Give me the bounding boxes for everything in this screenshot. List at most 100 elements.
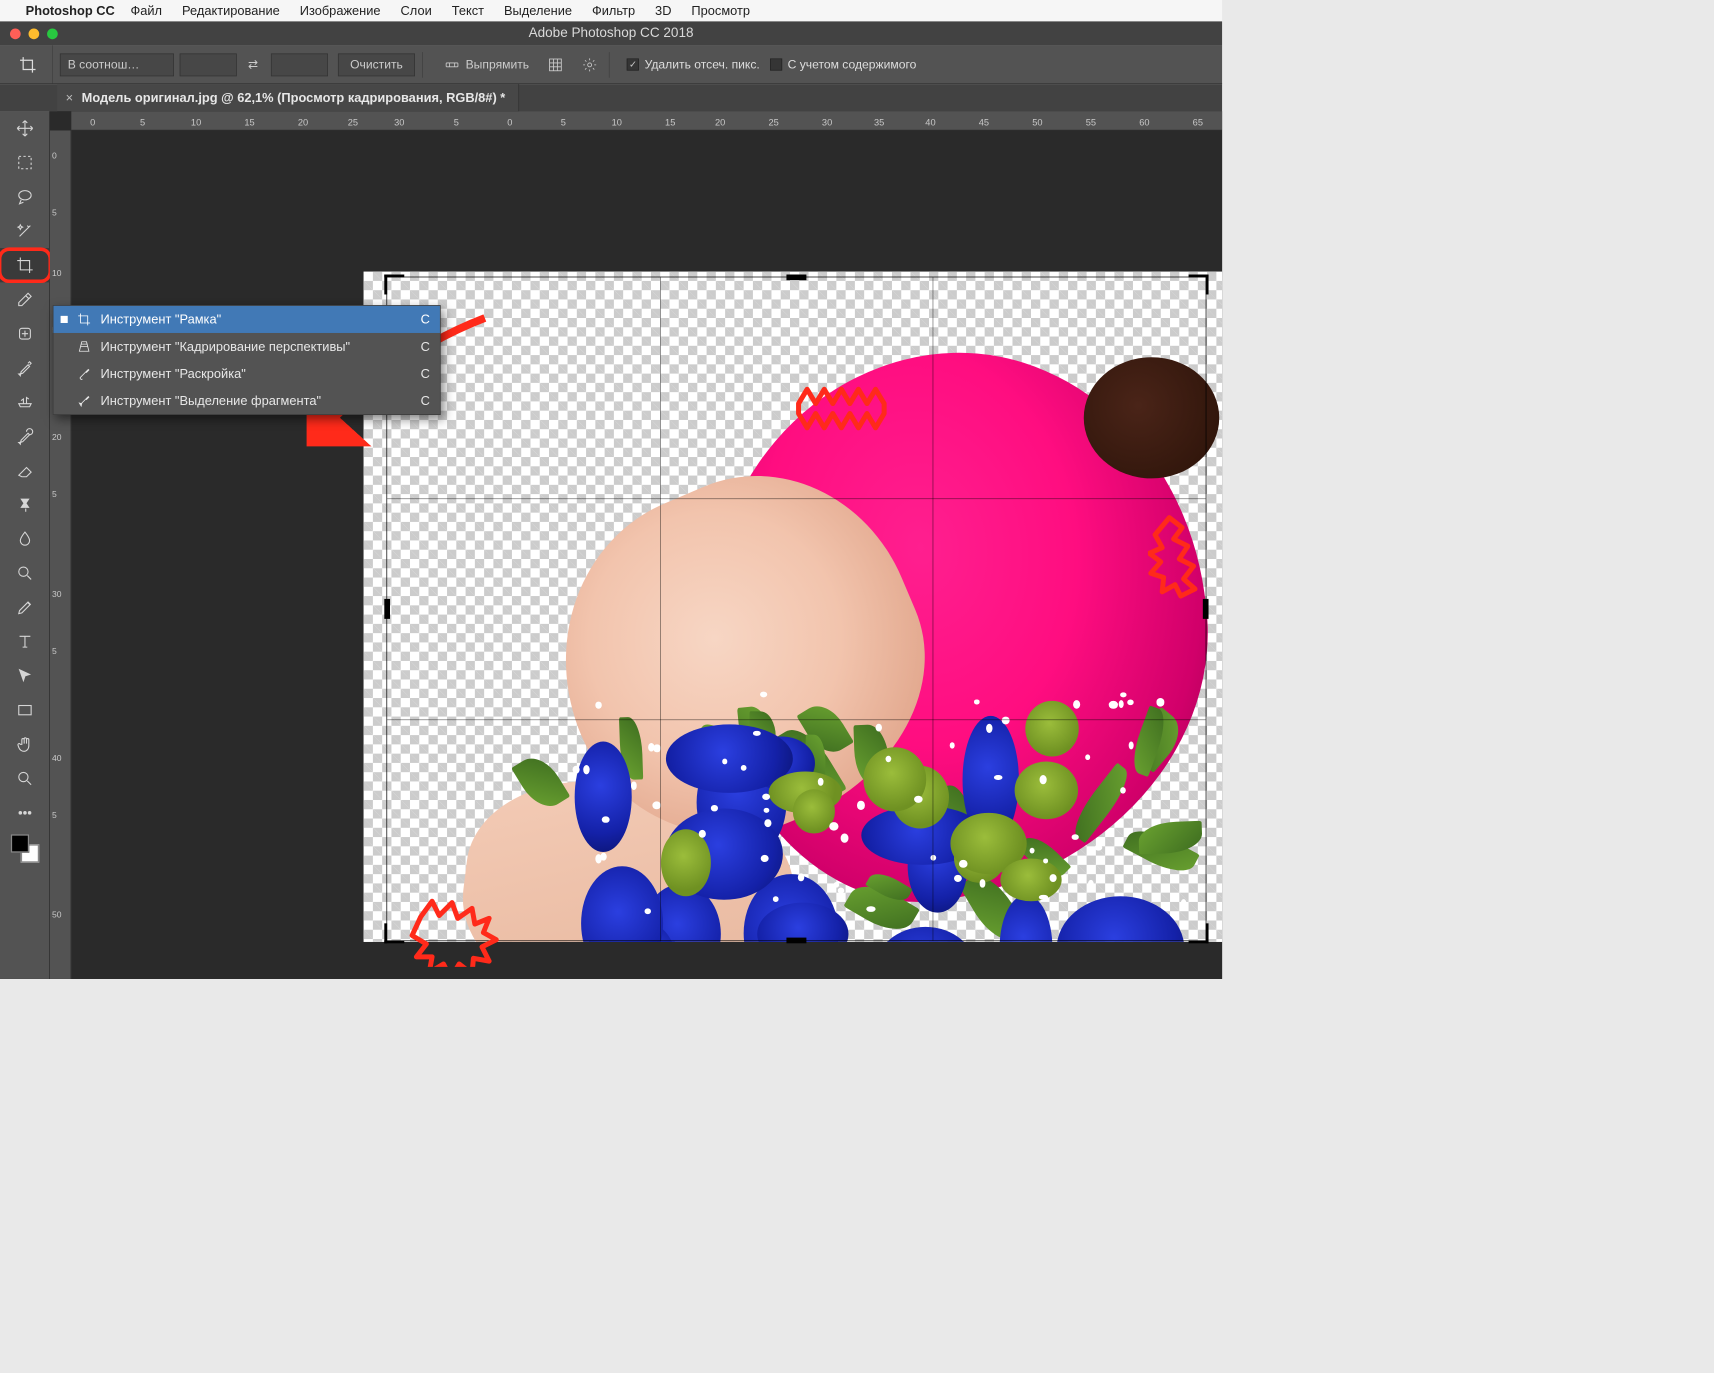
tool-hand[interactable] [0, 727, 50, 761]
ruler-tick: 15 [244, 117, 254, 128]
flyout-item-slice[interactable]: Инструмент "Раскройка" C [53, 360, 439, 387]
tool-blur[interactable] [0, 522, 50, 556]
tool-dodge[interactable] [0, 556, 50, 590]
tool-move[interactable] [0, 111, 50, 145]
document-tabs: × Модель оригинал.jpg @ 62,1% (Просмотр … [0, 84, 1222, 111]
grid-icon [548, 57, 564, 73]
tool-rectangle[interactable] [0, 693, 50, 727]
tool-crop[interactable] [0, 248, 50, 282]
tool-lasso[interactable] [0, 180, 50, 214]
flyout-item-crop[interactable]: Инструмент "Рамка" C [53, 306, 439, 333]
zoom-window-icon[interactable] [47, 28, 58, 39]
menu-filter[interactable]: Фильтр [592, 3, 635, 18]
crop-ratio-value: В соотнош… [68, 57, 140, 71]
ruler-tick: 15 [665, 117, 675, 128]
crop-handle-se[interactable] [1189, 923, 1209, 943]
tool-edit-toolbar[interactable] [0, 796, 50, 830]
flyout-label: Инструмент "Раскройка" [101, 366, 413, 381]
tool-clone-stamp[interactable] [0, 385, 50, 419]
foreground-color-swatch[interactable] [10, 834, 29, 853]
menu-edit[interactable]: Редактирование [182, 3, 280, 18]
ruler-tick: 5 [52, 207, 57, 217]
tool-eraser[interactable] [0, 453, 50, 487]
crop-height-field[interactable] [271, 53, 328, 76]
ruler-tick: 25 [348, 117, 358, 128]
ruler-tick: 5 [52, 646, 57, 656]
delete-cropped-pixels-checkbox[interactable]: Удалить отсеч. пикс. [627, 57, 760, 71]
ruler-tick: 5 [454, 117, 459, 128]
minimize-window-icon[interactable] [29, 28, 40, 39]
slice-icon [76, 366, 92, 380]
ruler-tick: 50 [1032, 117, 1042, 128]
close-window-icon[interactable] [10, 28, 21, 39]
close-tab-icon[interactable]: × [66, 90, 73, 105]
crop-grid-line [387, 719, 1206, 720]
flyout-item-perspective-crop[interactable]: Инструмент "Кадрирование перспективы" C [53, 333, 439, 360]
window-titlebar: Adobe Photoshop CC 2018 [0, 21, 1222, 45]
window-title: Adobe Photoshop CC 2018 [0, 26, 1222, 42]
crop-handle-w[interactable] [384, 599, 390, 619]
tool-history-brush[interactable] [0, 419, 50, 453]
straighten-button[interactable]: Выпрямить [440, 53, 533, 76]
tool-brush[interactable] [0, 351, 50, 385]
active-tool-icon[interactable] [3, 46, 53, 84]
crop-grid-line [660, 277, 661, 940]
ruler-tick: 5 [52, 489, 57, 499]
menu-select[interactable]: Выделение [504, 3, 572, 18]
menu-layer[interactable]: Слои [401, 3, 432, 18]
menu-image[interactable]: Изображение [300, 3, 381, 18]
ruler-tick: 20 [298, 117, 308, 128]
tool-pen[interactable] [0, 590, 50, 624]
tool-type[interactable] [0, 625, 50, 659]
crop-handle-s[interactable] [786, 938, 806, 944]
ruler-tick: 25 [768, 117, 778, 128]
crop-handle-sw[interactable] [384, 923, 404, 943]
flyout-shortcut: C [421, 393, 430, 408]
crop-handle-nw[interactable] [384, 275, 404, 295]
menu-file[interactable]: Файл [130, 3, 162, 18]
swap-dimensions-icon[interactable]: ⇄ [241, 53, 265, 76]
flyout-shortcut: C [421, 339, 430, 354]
tool-eyedropper[interactable] [0, 282, 50, 316]
crop-width-field[interactable] [180, 53, 237, 76]
crop-settings-button[interactable] [578, 53, 602, 76]
color-swatches[interactable] [10, 834, 39, 863]
menu-3d[interactable]: 3D [655, 3, 671, 18]
clear-ratio-button[interactable]: Очистить [338, 53, 415, 76]
annotation-callout-ring [0, 247, 52, 283]
content-aware-label: С учетом содержимого [788, 57, 917, 71]
crop-bounding-box[interactable] [386, 277, 1206, 942]
tool-magic-wand[interactable] [0, 214, 50, 248]
ruler-tick: 45 [979, 117, 989, 128]
tool-path-selection[interactable] [0, 659, 50, 693]
menu-type[interactable]: Текст [452, 3, 484, 18]
document-tab[interactable]: × Модель оригинал.jpg @ 62,1% (Просмотр … [57, 84, 519, 111]
tool-gradient[interactable] [0, 488, 50, 522]
ruler-tick: 50 [52, 910, 62, 920]
crop-handle-ne[interactable] [1189, 275, 1209, 295]
ruler-tick: 5 [140, 117, 145, 128]
toolbar [0, 111, 50, 979]
checkbox-icon [770, 58, 782, 70]
flyout-label: Инструмент "Выделение фрагмента" [101, 393, 413, 408]
tool-marquee[interactable] [0, 145, 50, 179]
ruler-tick: 20 [52, 432, 62, 442]
ruler-tick: 10 [191, 117, 201, 128]
document-tab-title: Модель оригинал.jpg @ 62,1% (Просмотр ка… [82, 90, 506, 105]
tool-spot-heal[interactable] [0, 317, 50, 351]
gear-icon [582, 57, 598, 73]
flyout-item-slice-select[interactable]: Инструмент "Выделение фрагмента" C [53, 387, 439, 414]
horizontal-ruler[interactable]: 0510152025305051015202530354045505560657… [71, 111, 1222, 130]
ruler-tick: 10 [612, 117, 622, 128]
content-aware-checkbox[interactable]: С учетом содержимого [770, 57, 917, 71]
tool-options-bar: В соотнош… ⌄ ⇄ Очистить Выпрямить Удалит… [0, 46, 1222, 85]
tool-zoom[interactable] [0, 761, 50, 795]
crop-handle-e[interactable] [1203, 599, 1209, 619]
crop-ratio-dropdown[interactable]: В соотнош… ⌄ [60, 53, 174, 76]
vertical-ruler[interactable]: 0510520530540550 [50, 130, 71, 978]
ruler-tick: 30 [394, 117, 404, 128]
crop-handle-n[interactable] [786, 275, 806, 281]
app-name[interactable]: Photoshop CC [26, 3, 115, 18]
menu-view[interactable]: Просмотр [691, 3, 750, 18]
crop-overlay-grid-button[interactable] [543, 53, 567, 76]
